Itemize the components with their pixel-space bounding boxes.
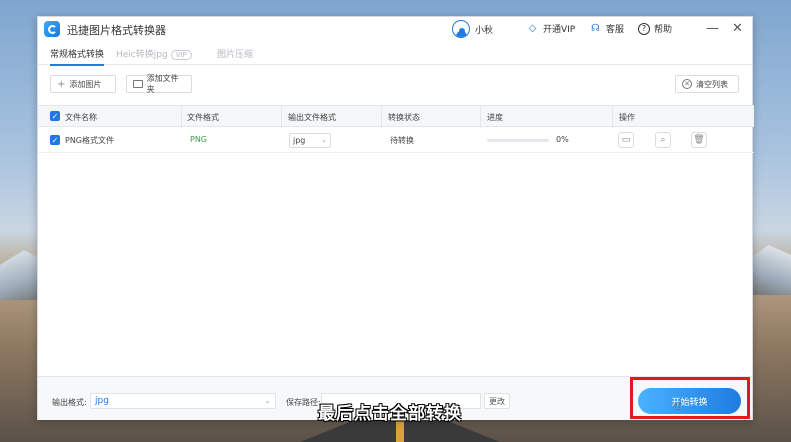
- add-image-button[interactable]: + 添加图片: [50, 75, 116, 93]
- tab-heic-to-jpg[interactable]: Heic转换jpg VIP: [116, 47, 192, 60]
- folder-icon: [133, 80, 143, 88]
- tab-heic-label: Heic转换jpg: [116, 50, 168, 60]
- header-file-format: 文件格式: [187, 113, 219, 122]
- user-name: 小秋: [475, 25, 494, 36]
- global-output-format-select[interactable]: jpg ⌄: [90, 393, 276, 409]
- change-path-button[interactable]: 更改: [484, 393, 510, 409]
- output-format-select[interactable]: jpg ⌄: [289, 133, 331, 148]
- select-all-checkbox[interactable]: ✓: [50, 111, 60, 121]
- app-title: 迅捷图片格式转换器: [67, 24, 166, 37]
- hand-cursor-icon: ☝: [674, 398, 682, 412]
- output-format-value: jpg: [293, 136, 306, 145]
- close-button[interactable]: ✕: [732, 21, 743, 36]
- vip-badge: VIP: [170, 50, 192, 60]
- question-icon: ?: [638, 22, 650, 35]
- open-vip-label: 开通VIP: [543, 25, 576, 35]
- open-folder-icon[interactable]: ▭: [618, 132, 634, 148]
- progress-bar: [487, 139, 549, 142]
- header-output-format: 输出文件格式: [288, 113, 336, 122]
- plus-icon: +: [57, 78, 66, 90]
- minimize-button[interactable]: —: [706, 21, 719, 36]
- table-header: ✓ 文件名称 文件格式 输出文件格式 转换状态 进度 操作: [38, 105, 754, 128]
- file-format: PNG: [190, 135, 208, 144]
- output-format-label: 输出格式:: [52, 398, 87, 407]
- clear-list-label: 清空列表: [696, 79, 728, 89]
- clear-icon: ✕: [682, 79, 692, 89]
- table-row: ✓ PNG格式文件 PNG jpg ⌄ 待转换 0% ▭ ⌕ 🗑: [38, 127, 754, 153]
- video-caption: 最后点击全部转换: [318, 404, 462, 424]
- diamond-icon: ◇: [528, 23, 537, 34]
- app-window: 迅捷图片格式转换器 小秋 ◇ 开通VIP ☊ 客服 ? 帮助 — ✕ 常规格式转…: [37, 16, 754, 420]
- header-actions: 操作: [619, 113, 635, 122]
- row-checkbox[interactable]: ✓: [50, 135, 60, 145]
- add-folder-button[interactable]: 添加文件夹: [126, 74, 192, 94]
- add-image-label: 添加图片: [69, 79, 102, 89]
- delete-trash-icon[interactable]: 🗑: [691, 132, 707, 148]
- save-path-label: 保存路径:: [286, 398, 321, 407]
- title-bar: 迅捷图片格式转换器 小秋 ◇ 开通VIP ☊ 客服 ? 帮助 — ✕: [38, 17, 752, 41]
- header-status: 转换状态: [388, 113, 420, 122]
- open-vip-button[interactable]: ◇ 开通VIP: [526, 22, 576, 35]
- tab-general-conversion[interactable]: 常规格式转换: [50, 47, 105, 66]
- mode-tabs: 常规格式转换 Heic转换jpg VIP 图片压缩: [38, 43, 752, 66]
- help-button[interactable]: ? 帮助: [638, 22, 672, 35]
- progress-percent: 0%: [556, 135, 569, 144]
- app-logo-icon: [44, 21, 60, 37]
- header-progress: 进度: [487, 113, 503, 122]
- customer-service-button[interactable]: ☊ 客服: [589, 22, 624, 35]
- header-file-name: 文件名称: [65, 113, 97, 122]
- headset-icon: ☊: [591, 23, 600, 34]
- help-label: 帮助: [654, 25, 673, 35]
- highlight-box: [630, 377, 750, 419]
- global-output-format-value: jpg: [95, 396, 109, 406]
- chevron-down-icon: ⌄: [321, 136, 327, 144]
- tab-image-compress[interactable]: 图片压缩: [217, 47, 253, 60]
- file-name: PNG格式文件: [65, 136, 115, 145]
- add-folder-label: 添加文件夹: [146, 74, 179, 94]
- preview-search-icon[interactable]: ⌕: [655, 132, 671, 148]
- avatar-icon: [452, 20, 470, 38]
- user-account[interactable]: 小秋: [452, 20, 493, 38]
- customer-service-label: 客服: [606, 25, 625, 35]
- clear-list-button[interactable]: ✕ 清空列表: [675, 75, 739, 93]
- conversion-status: 待转换: [390, 136, 414, 145]
- chevron-down-icon: ⌄: [264, 396, 271, 405]
